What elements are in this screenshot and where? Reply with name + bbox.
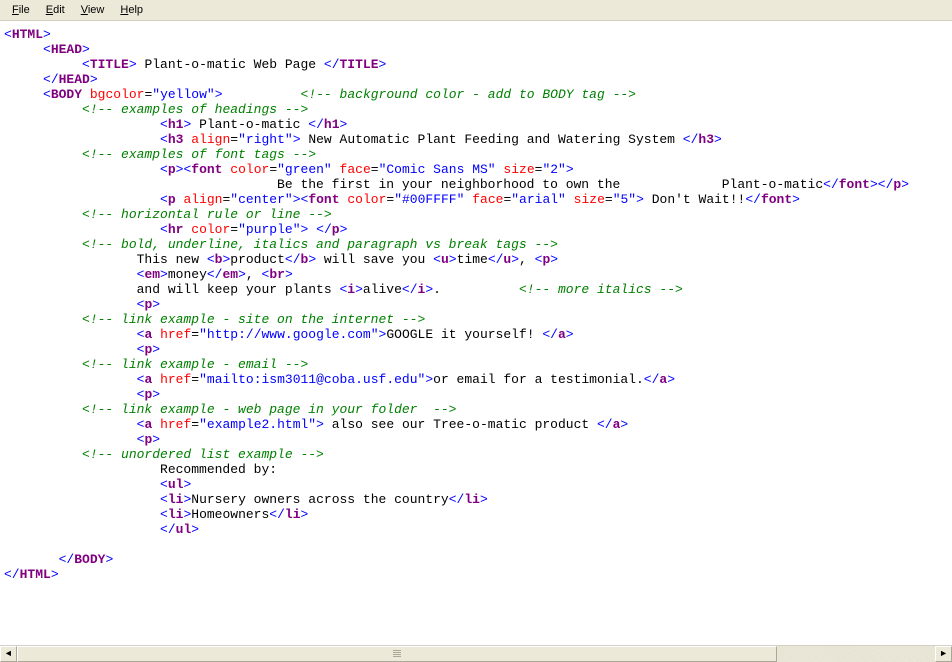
menu-edit[interactable]: Edit xyxy=(38,2,73,18)
code-line: <em>money</em>, <br> xyxy=(4,267,948,282)
scroll-thumb[interactable] xyxy=(17,646,777,662)
code-line: </HTML> xyxy=(4,567,948,582)
code-line: <!-- examples of headings --> xyxy=(4,102,948,117)
code-line: <ul> xyxy=(4,477,948,492)
code-line: Recommended by: xyxy=(4,462,948,477)
code-line: <TITLE> Plant-o-matic Web Page </TITLE> xyxy=(4,57,948,72)
code-line: <hr color="purple"> </p> xyxy=(4,222,948,237)
code-line: <p> xyxy=(4,432,948,447)
code-line: <!-- unordered list example --> xyxy=(4,447,948,462)
code-editor[interactable]: <HTML> <HEAD> <TITLE> Plant-o-matic Web … xyxy=(0,21,952,645)
code-line: <p> xyxy=(4,297,948,312)
code-line: <HTML> xyxy=(4,27,948,42)
code-line: <p><font color="green" face="Comic Sans … xyxy=(4,162,948,177)
code-line: <h1> Plant-o-matic </h1> xyxy=(4,117,948,132)
code-line: <!-- horizontal rule or line --> xyxy=(4,207,948,222)
menu-help[interactable]: Help xyxy=(112,2,151,18)
code-line: </HEAD> xyxy=(4,72,948,87)
code-line: <a href="http://www.google.com">GOOGLE i… xyxy=(4,327,948,342)
code-line: <!-- examples of font tags --> xyxy=(4,147,948,162)
scroll-right-button[interactable]: ► xyxy=(935,646,952,662)
code-line: This new <b>product</b> will save you <u… xyxy=(4,252,948,267)
code-line: </BODY> xyxy=(4,552,948,567)
code-line xyxy=(4,537,948,552)
code-line: <a href="mailto:ism3011@coba.usf.edu">or… xyxy=(4,372,948,387)
code-line: and will keep your plants <i>alive</i>. … xyxy=(4,282,948,297)
code-line: <li>Nursery owners across the country</l… xyxy=(4,492,948,507)
code-line: <li>Homeowners</li> xyxy=(4,507,948,522)
code-line: </ul> xyxy=(4,522,948,537)
code-line: <p align="center"><font color="#00FFFF" … xyxy=(4,192,948,207)
menu-view[interactable]: View xyxy=(73,2,113,18)
scroll-left-button[interactable]: ◄ xyxy=(0,646,17,662)
code-line: <h3 align="right"> New Automatic Plant F… xyxy=(4,132,948,147)
code-line: <p> xyxy=(4,387,948,402)
scroll-track[interactable] xyxy=(17,646,935,662)
code-line: <BODY bgcolor="yellow"> <!-- background … xyxy=(4,87,948,102)
code-line: <!-- link example - email --> xyxy=(4,357,948,372)
code-line: <!-- bold, underline, italics and paragr… xyxy=(4,237,948,252)
code-line: <!-- link example - site on the internet… xyxy=(4,312,948,327)
horizontal-scrollbar[interactable]: ◄ ► xyxy=(0,645,952,662)
code-line: <a href="example2.html"> also see our Tr… xyxy=(4,417,948,432)
menubar: File Edit View Help xyxy=(0,0,952,21)
code-line: Be the first in your neighborhood to own… xyxy=(4,177,948,192)
code-line: <HEAD> xyxy=(4,42,948,57)
code-line: <p> xyxy=(4,342,948,357)
code-line: <!-- link example - web page in your fol… xyxy=(4,402,948,417)
menu-file[interactable]: File xyxy=(4,2,38,18)
